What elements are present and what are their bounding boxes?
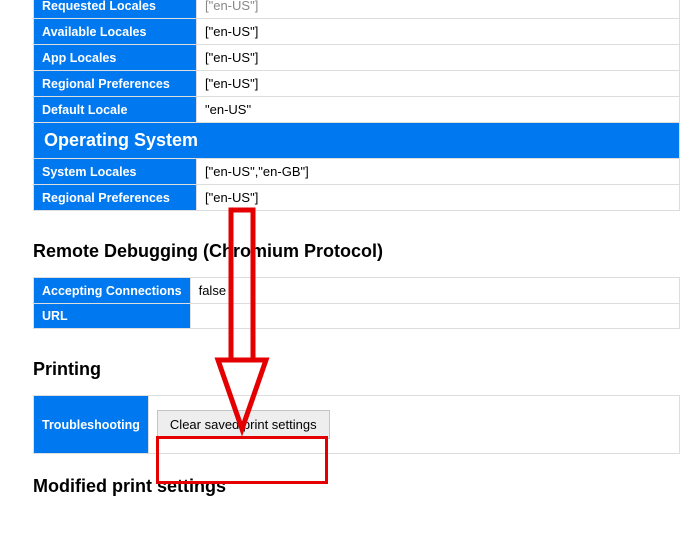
os-header: Operating System	[34, 123, 680, 159]
table-row: Regional Preferences ["en-US"]	[34, 185, 680, 211]
row-value: ["en-US"]	[197, 0, 680, 19]
row-value: ["en-US"]	[197, 71, 680, 97]
table-row: Troubleshooting Clear saved print settin…	[34, 396, 680, 454]
row-value: ["en-US"]	[197, 45, 680, 71]
row-value	[190, 304, 679, 329]
intl-table: Requested Locales ["en-US"] Available Lo…	[33, 0, 680, 211]
table-row: URL	[34, 304, 680, 329]
row-label: Requested Locales	[34, 0, 197, 19]
row-label: Troubleshooting	[34, 396, 149, 454]
table-row: Default Locale "en-US"	[34, 97, 680, 123]
printing-heading: Printing	[33, 359, 680, 380]
row-value: ["en-US"]	[197, 185, 680, 211]
table-row: App Locales ["en-US"]	[34, 45, 680, 71]
table-row: System Locales ["en-US","en-GB"]	[34, 159, 680, 185]
row-value: ["en-US","en-GB"]	[197, 159, 680, 185]
table-row: Accepting Connections false	[34, 278, 680, 304]
table-row: Requested Locales ["en-US"]	[34, 0, 680, 19]
row-value: "en-US"	[197, 97, 680, 123]
row-value: ["en-US"]	[197, 19, 680, 45]
remote-debugging-heading: Remote Debugging (Chromium Protocol)	[33, 241, 680, 262]
section-header: Operating System	[34, 123, 680, 159]
row-value: false	[190, 278, 679, 304]
row-label: App Locales	[34, 45, 197, 71]
table-row: Regional Preferences ["en-US"]	[34, 71, 680, 97]
table-row: Available Locales ["en-US"]	[34, 19, 680, 45]
modified-print-settings-heading: Modified print settings	[33, 476, 680, 497]
remote-debugging-table: Accepting Connections false URL	[33, 277, 680, 329]
row-label: System Locales	[34, 159, 197, 185]
printing-table: Troubleshooting Clear saved print settin…	[33, 395, 680, 454]
row-label: Available Locales	[34, 19, 197, 45]
clear-saved-print-settings-button[interactable]: Clear saved print settings	[157, 410, 330, 439]
row-label: URL	[34, 304, 191, 329]
row-label: Accepting Connections	[34, 278, 191, 304]
row-label: Regional Preferences	[34, 71, 197, 97]
row-label: Default Locale	[34, 97, 197, 123]
button-cell: Clear saved print settings	[148, 396, 679, 454]
row-label: Regional Preferences	[34, 185, 197, 211]
